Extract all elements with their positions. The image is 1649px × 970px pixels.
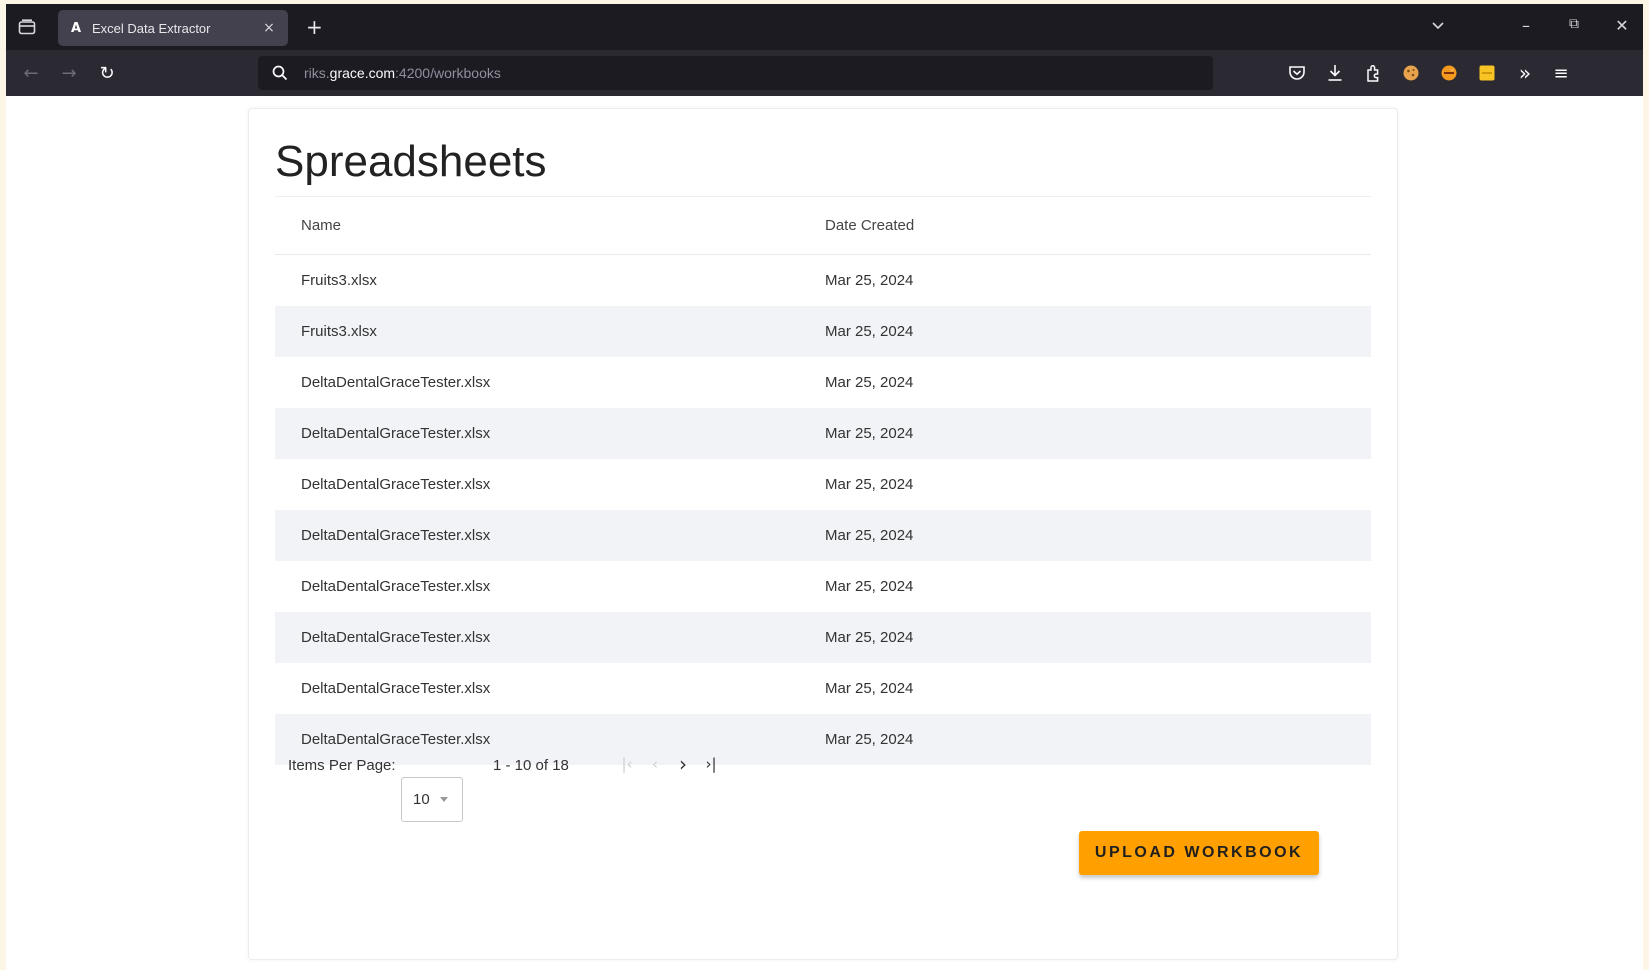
table-row[interactable]: DeltaDentalGraceTester.xlsx Mar 25, 2024 <box>275 561 1371 612</box>
table-row[interactable]: Fruits3.xlsx Mar 25, 2024 <box>275 306 1371 357</box>
table-row[interactable]: Fruits3.xlsx Mar 25, 2024 <box>275 255 1371 306</box>
cell-date: Mar 25, 2024 <box>825 629 914 646</box>
firefox-view-icon[interactable] <box>14 14 40 40</box>
hamburger-menu-icon[interactable]: ≡ <box>1550 62 1572 84</box>
cell-date: Mar 25, 2024 <box>825 680 914 697</box>
table-row[interactable]: DeltaDentalGraceTester.xlsx Mar 25, 2024 <box>275 612 1371 663</box>
tab-title: Excel Data Extractor <box>92 20 211 36</box>
new-tab-button[interactable]: + <box>306 16 323 38</box>
back-button[interactable]: ← <box>18 60 44 86</box>
minimize-button[interactable]: – <box>1514 16 1538 35</box>
table-row[interactable]: DeltaDentalGraceTester.xlsx Mar 25, 2024 <box>275 459 1371 510</box>
upload-workbook-button[interactable]: UPLOAD WORKBOOK <box>1079 831 1319 875</box>
page-range-label: 1 - 10 of 18 <box>493 757 569 774</box>
items-per-page-label: Items Per Page: <box>288 757 396 774</box>
cell-name: DeltaDentalGraceTester.xlsx <box>301 374 491 391</box>
page-title: Spreadsheets <box>275 137 547 186</box>
url-text: riks.grace.com:4200/workbooks <box>304 65 501 81</box>
cell-name: DeltaDentalGraceTester.xlsx <box>301 527 491 544</box>
url-host: grace.com <box>329 65 396 81</box>
workbooks-card: Spreadsheets Name Date Created Fruits3.x… <box>248 108 1398 960</box>
cell-date: Mar 25, 2024 <box>825 476 914 493</box>
next-page-button[interactable]: › <box>671 751 695 777</box>
url-prefix: riks. <box>304 65 330 81</box>
paginator: Items Per Page: 1 - 10 of 18 |‹ ‹ › ›| 1… <box>275 739 875 839</box>
cell-date: Mar 25, 2024 <box>825 323 914 340</box>
previous-page-button[interactable]: ‹ <box>643 751 667 777</box>
table-row[interactable]: DeltaDentalGraceTester.xlsx Mar 25, 2024 <box>275 663 1371 714</box>
cell-name: DeltaDentalGraceTester.xlsx <box>301 476 491 493</box>
column-header-date-created[interactable]: Date Created <box>825 217 914 234</box>
items-per-page-value: 10 <box>413 791 430 808</box>
cell-date: Mar 25, 2024 <box>825 527 914 544</box>
cookie-extension-icon[interactable] <box>1400 62 1422 84</box>
close-window-button[interactable]: ✕ <box>1610 16 1634 35</box>
last-page-button[interactable]: ›| <box>699 751 723 777</box>
table-row[interactable]: DeltaDentalGraceTester.xlsx Mar 25, 2024 <box>275 357 1371 408</box>
dropdown-caret-icon <box>439 797 448 802</box>
angular-favicon-icon: A <box>70 20 82 36</box>
list-all-tabs-icon[interactable] <box>1426 16 1450 35</box>
cell-date: Mar 25, 2024 <box>825 374 914 391</box>
cell-name: DeltaDentalGraceTester.xlsx <box>301 680 491 697</box>
tab-close-icon[interactable]: × <box>260 20 278 36</box>
column-header-name[interactable]: Name <box>301 217 825 234</box>
cell-name: Fruits3.xlsx <box>301 323 377 340</box>
pocket-icon[interactable] <box>1286 62 1308 84</box>
tab-active[interactable]: A Excel Data Extractor × <box>58 10 288 46</box>
first-page-button[interactable]: |‹ <box>615 751 639 777</box>
cell-date: Mar 25, 2024 <box>825 578 914 595</box>
color-picker-extension-icon[interactable] <box>1438 62 1460 84</box>
table-header-row: Name Date Created <box>275 197 1371 255</box>
cell-name: DeltaDentalGraceTester.xlsx <box>301 425 491 442</box>
cell-name: Fruits3.xlsx <box>301 272 377 289</box>
cell-name: DeltaDentalGraceTester.xlsx <box>301 629 491 646</box>
tab-bar: A Excel Data Extractor × + – ⧉ ✕ <box>6 4 1643 50</box>
extensions-icon[interactable] <box>1362 62 1384 84</box>
overflow-menu-icon[interactable]: » <box>1514 61 1536 85</box>
table-row[interactable]: DeltaDentalGraceTester.xlsx Mar 25, 2024 <box>275 408 1371 459</box>
browser-window: A Excel Data Extractor × + – ⧉ ✕ ← → ↻ r… <box>6 4 1643 970</box>
restore-button[interactable]: ⧉ <box>1562 16 1586 32</box>
search-icon <box>270 63 290 83</box>
nav-bar: ← → ↻ riks.grace.com:4200/workbooks » ≡ <box>6 50 1643 96</box>
table-row[interactable]: DeltaDentalGraceTester.xlsx Mar 25, 2024 <box>275 510 1371 561</box>
items-per-page-select[interactable]: 10 <box>401 777 463 822</box>
cell-date: Mar 25, 2024 <box>825 425 914 442</box>
forward-button[interactable]: → <box>56 60 82 86</box>
reload-button[interactable]: ↻ <box>94 60 120 86</box>
cell-date: Mar 25, 2024 <box>825 272 914 289</box>
download-icon[interactable] <box>1324 62 1346 84</box>
url-path: :4200/workbooks <box>395 65 501 81</box>
workbooks-table: Name Date Created Fruits3.xlsx Mar 25, 2… <box>275 197 1371 765</box>
cell-name: DeltaDentalGraceTester.xlsx <box>301 578 491 595</box>
notes-extension-icon[interactable] <box>1476 62 1498 84</box>
url-bar[interactable]: riks.grace.com:4200/workbooks <box>258 56 1213 90</box>
